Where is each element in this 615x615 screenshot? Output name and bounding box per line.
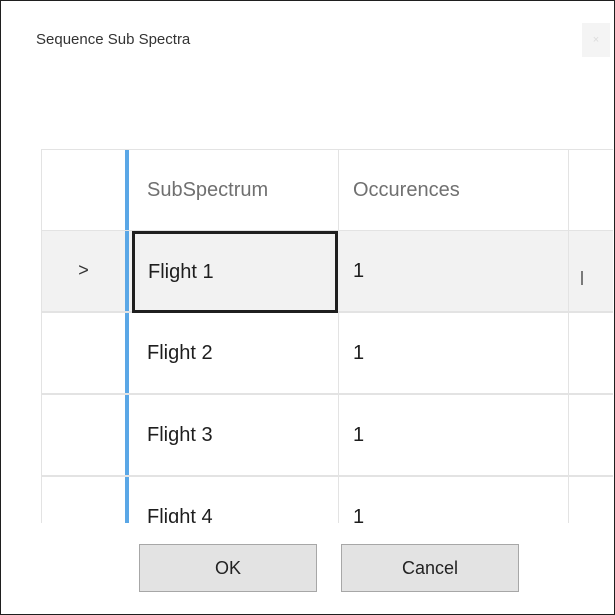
occurences-column-header[interactable]: Occurences [339,150,569,230]
row-spacer [569,477,613,523]
subspectrum-column-header[interactable]: SubSpectrum [133,150,339,230]
ok-button[interactable]: OK [139,544,317,592]
row-spacer [569,395,613,475]
subspectrum-cell[interactable]: Flight 2 [133,313,339,393]
grid-header-row: SubSpectrum Occurences [41,149,613,231]
vertical-scrollbar-thumb[interactable] [581,271,583,285]
close-button[interactable]: × [582,23,610,57]
row-indicator-header [41,150,129,230]
row-indicator-cell[interactable]: > [41,231,129,311]
dialog-title: Sequence Sub Spectra [36,31,191,48]
row-indicator-cell[interactable] [41,477,129,523]
chevron-right-icon: > [78,260,89,280]
cancel-button[interactable]: Cancel [341,544,519,592]
row-spacer [569,231,613,311]
table-row[interactable]: Flight 3 1 [41,394,613,476]
row-indicator-cell[interactable] [41,313,129,393]
occurences-cell[interactable]: 1 [339,477,569,523]
occurences-cell[interactable]: 1 [339,231,569,311]
table-row[interactable]: > Flight 1 1 [41,230,613,313]
subspectrum-cell-selected[interactable]: Flight 1 [132,231,338,313]
row-spacer [569,313,613,393]
table-row[interactable]: Flight 4 1 [41,476,613,523]
subspectrum-cell[interactable]: Flight 3 [133,395,339,475]
row-indicator-cell[interactable] [41,395,129,475]
sequence-sub-spectra-dialog: Sequence Sub Spectra × SubSpectrum Occur… [0,0,615,615]
subspectrum-cell[interactable]: Flight 4 [133,477,339,523]
subspectra-grid: SubSpectrum Occurences > Flight 1 1 Flig… [41,149,613,523]
occurences-cell[interactable]: 1 [339,395,569,475]
occurences-cell[interactable]: 1 [339,313,569,393]
grid-header-spacer [569,150,613,230]
table-row[interactable]: Flight 2 1 [41,312,613,394]
close-icon: × [592,34,600,46]
